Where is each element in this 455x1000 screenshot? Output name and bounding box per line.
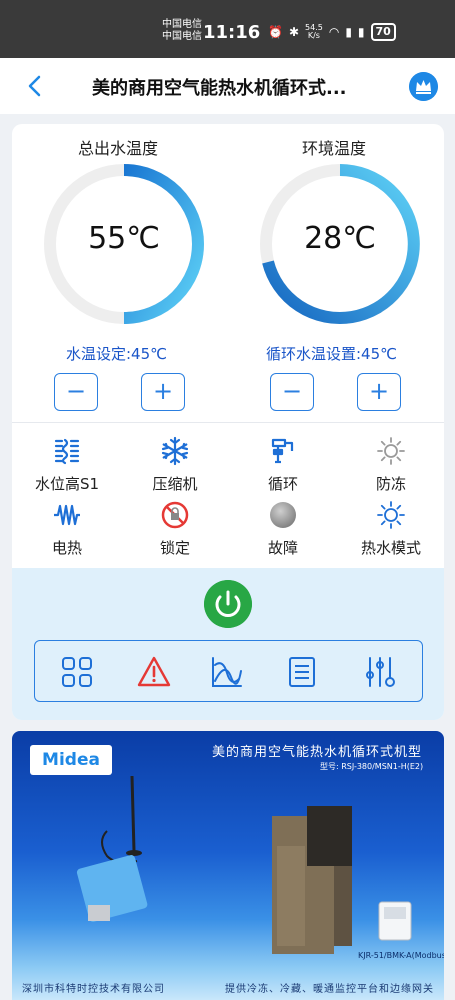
banner-footer-company: 深圳市科特时控技术有限公司 — [22, 983, 165, 995]
device-control-card: 总出水温度 55℃ 水温设定:45℃ − + 环境温度 28℃ 循环水温设置:4… — [12, 124, 444, 720]
carrier-1: 中国电信 — [162, 19, 202, 30]
system-status-bar: 中国电信 中国电信 11:16 ⏰ ✱ 54.5 K/s ◠ ▮ ▮ 70 — [0, 0, 455, 58]
carrier-2: 中国电信 — [162, 31, 202, 42]
power-button[interactable] — [204, 580, 252, 628]
alarm-icon[interactable] — [137, 655, 171, 689]
ambient-temp-value: 28℃ — [304, 221, 376, 256]
water-temp-decrease-button[interactable]: − — [54, 373, 98, 411]
app-header: 美的商用空气能热水机循环式... — [0, 58, 455, 114]
divider — [12, 422, 444, 423]
outlet-temp-gauge: 55℃ — [39, 159, 209, 329]
electric-heat-icon — [54, 504, 80, 526]
status-fault: 故障 — [238, 500, 328, 558]
lock-prohibited-icon — [161, 501, 189, 529]
page-title: 美的商用空气能热水机循环式... — [92, 78, 347, 99]
chart-icon[interactable] — [210, 655, 244, 689]
status-compressor: 压缩机 — [130, 436, 220, 494]
banner-controller-model: KJR-51/BMK-A(Modbus) — [358, 951, 444, 960]
heat-pump-unit-image — [272, 806, 352, 954]
control-panel — [12, 568, 444, 720]
status-label: 故障 — [267, 539, 298, 557]
faucet-icon — [271, 438, 294, 464]
water-temp-setpoint: 水温设定:45℃ — [66, 345, 167, 363]
wifi-icon: ◠ — [328, 25, 340, 39]
status-icons: ⏰ ✱ 54.5 K/s ◠ ▮ ▮ 70 — [268, 23, 396, 41]
outlet-temp-value: 55℃ — [88, 221, 160, 256]
banner-footer-services: 提供冷冻、冷藏、暖通监控平台和边缘网关 — [225, 983, 434, 995]
status-label: 热水模式 — [360, 539, 421, 557]
alarm-clock-icon: ⏰ — [268, 25, 283, 39]
status-label: 压缩机 — [152, 475, 198, 493]
status-electric-heat: 电热 — [22, 500, 112, 558]
status-antifreeze: 防冻 — [346, 436, 436, 494]
water-temp-increase-button[interactable]: + — [141, 373, 185, 411]
controller-panel-image — [378, 901, 412, 941]
circulation-temp-increase-button[interactable]: + — [357, 373, 401, 411]
status-lock: 锁定 — [130, 500, 220, 558]
settings-sliders-icon[interactable] — [363, 655, 397, 689]
banner-title: 美的商用空气能热水机循环式机型 — [212, 745, 423, 760]
grid-icon[interactable] — [60, 655, 94, 689]
banner-footer: 深圳市科特时控技术有限公司 提供冷冻、冷藏、暖通监控平台和边缘网关 — [12, 974, 444, 1000]
water-level-icon — [54, 438, 80, 465]
status-circulation: 循环 — [238, 436, 328, 494]
banner-model: 型号: RSJ-380/MSN1-H(E2) — [320, 762, 424, 771]
ambient-temp-gauge: 28℃ — [255, 159, 425, 329]
status-label: 水位高S1 — [34, 475, 100, 493]
status-label: 电热 — [51, 539, 82, 557]
gauge-title-outlet: 总出水温度 — [78, 139, 159, 158]
status-label: 循环 — [267, 475, 298, 493]
carrier-labels: 中国电信 中国电信 — [162, 19, 202, 43]
back-arrow-icon[interactable] — [24, 72, 46, 100]
bluetooth-icon: ✱ — [288, 25, 300, 39]
status-label: 锁定 — [159, 539, 190, 557]
status-water-level: 水位高S1 — [22, 436, 112, 494]
product-banner[interactable]: Midea 美的商用空气能热水机循环式机型 型号: RSJ-380/MSN1-H… — [12, 731, 444, 1000]
clock: 11:16 — [203, 22, 261, 43]
status-hot-water-mode: 热水模式 — [346, 500, 436, 558]
sun-icon — [377, 501, 405, 529]
signal-5g-icon: ▮ — [345, 25, 352, 39]
circulation-temp-decrease-button[interactable]: − — [270, 373, 314, 411]
snowflake-icon — [161, 436, 189, 466]
signal-4g-icon: ▮ — [357, 25, 365, 39]
network-speed: 54.5 K/s — [305, 23, 323, 40]
circulation-temp-setpoint: 循环水温设置:45℃ — [266, 345, 397, 363]
battery-indicator: 70 — [370, 23, 396, 41]
crown-icon[interactable] — [409, 72, 438, 101]
function-toolbar — [34, 640, 423, 702]
status-label: 防冻 — [375, 475, 406, 493]
gauge-title-ambient: 环境温度 — [302, 139, 367, 158]
document-icon[interactable] — [285, 655, 319, 689]
sun-icon — [377, 437, 405, 465]
gateway-device-image — [76, 775, 148, 922]
fault-indicator-icon — [270, 502, 296, 528]
